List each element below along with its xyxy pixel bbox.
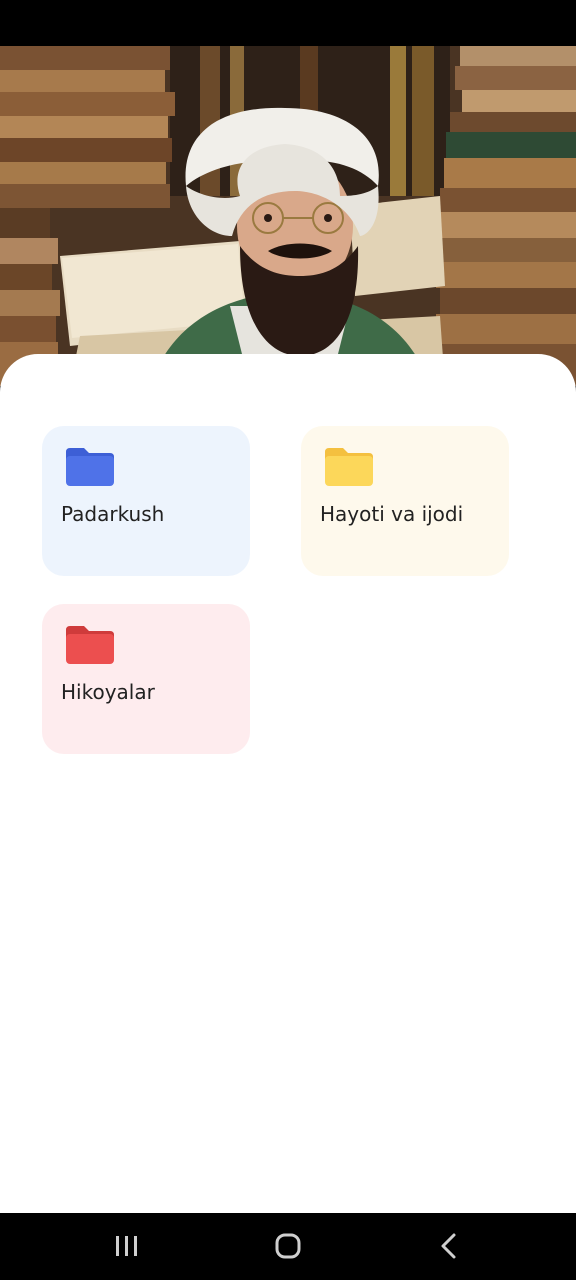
hero-illustration [0, 46, 576, 386]
folder-icon [325, 448, 373, 486]
folder-label: Hikoyalar [61, 680, 155, 704]
folder-card-hayoti-va-ijodi[interactable]: Hayoti va ijodi [301, 426, 509, 576]
system-navigation-bar [0, 1213, 576, 1280]
status-bar [0, 0, 576, 46]
folder-card-hikoyalar[interactable]: Hikoyalar [42, 604, 250, 754]
home-icon[interactable] [268, 1231, 308, 1261]
folder-icon [66, 448, 114, 486]
recents-icon[interactable] [106, 1231, 146, 1261]
folder-label: Hayoti va ijodi [320, 502, 464, 526]
folder-label: Padarkush [61, 502, 165, 526]
folder-card-padarkush[interactable]: Padarkush [42, 426, 250, 576]
back-icon[interactable] [430, 1231, 470, 1261]
folder-icon [66, 626, 114, 664]
hero-image [0, 46, 576, 386]
